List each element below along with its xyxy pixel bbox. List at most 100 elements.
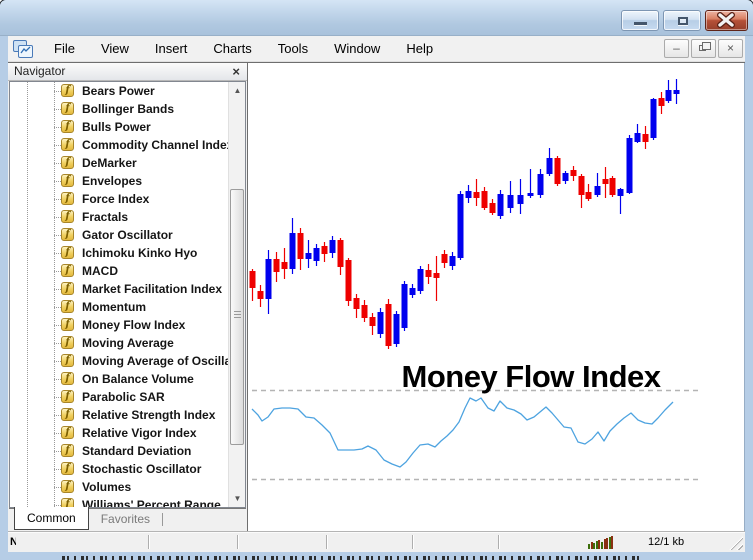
navigator-item-volumes[interactable]: f Volumes [10,478,228,496]
tab-favorites[interactable]: Favorites [89,509,162,530]
mdi-minimize-button[interactable]: – [664,39,689,58]
navigator-item-label: Bollinger Bands [82,102,174,116]
network-traffic-icon [588,536,614,549]
menu-item-charts[interactable]: Charts [200,37,264,60]
navigator-item-moving-average[interactable]: f Moving Average [10,334,228,352]
navigator-item-commodity-channel-index[interactable]: fCommodity Channel Index [10,136,228,154]
navigator-item-relative-strength-index[interactable]: f Relative Strength Index [10,406,228,424]
menu-item-help[interactable]: Help [393,37,446,60]
navigator-item-label: Envelopes [82,174,142,188]
maximize-button[interactable] [663,10,701,31]
navigator-item-envelopes[interactable]: f Envelopes [10,172,228,190]
indicator-title: Money Flow Index [402,359,662,394]
navigator-item-bears-power[interactable]: f Bears Power [10,82,228,100]
mdi-close-button[interactable]: × [718,39,743,58]
navigator-item-momentum[interactable]: f Momentum [10,298,228,316]
menu-item-tools[interactable]: Tools [265,37,321,60]
navigator-item-bulls-power[interactable]: fBulls Power [10,118,228,136]
navigator-item-label: Fractals [82,210,128,224]
navigator-panel: Navigator × f Bears Power f Bollinger Bands… [8,63,248,532]
indicator-function-icon: f [61,102,74,115]
menu-item-file[interactable]: File [41,37,88,60]
traffic-kb-label: 12/1 kb [648,536,684,548]
indicator-function-icon: f [61,300,74,313]
indicator-function-icon: f [61,390,74,403]
navigator-item-relative-vigor-index[interactable]: fRelative Vigor Index [10,424,228,442]
menu-item-window[interactable]: Window [321,37,393,60]
mt4-window: FileViewInsertChartsToolsWindowHelp – × … [0,0,753,560]
indicator-function-icon: f [61,174,74,187]
navigator-item-label: MACD [82,264,118,278]
navigator-item-stochastic-oscillator[interactable]: f Stochastic Oscillator [10,460,228,478]
navigator-item-label: DeMarker [82,156,137,170]
navigator-item-money-flow-index[interactable]: f Money Flow Index [10,316,228,334]
indicator-function-icon: f [61,336,74,349]
indicator-function-icon: f [61,318,74,331]
clipped-page-text [62,556,642,560]
statusbar-separator [237,535,238,549]
indicator-function-icon: f [61,480,74,493]
navigator-item-label: Momentum [82,300,146,314]
navigator-item-label: Ichimoku Kinko Hyo [82,246,197,260]
resize-grip[interactable] [729,536,743,550]
app-icon [13,40,33,58]
navigator-item-label: Bears Power [82,84,155,98]
status-clipped-text: N [10,536,16,549]
navigator-item-label: Williams' Percent Range [82,498,221,508]
indicator-function-icon: f [61,138,74,151]
navigator-item-label: Moving Average [82,336,174,350]
navigator-title: Navigator [14,64,65,78]
menu-item-view[interactable]: View [88,37,142,60]
menu-bar: FileViewInsertChartsToolsWindowHelp – × [8,36,745,62]
indicator-function-icon: f [61,354,74,367]
navigator-item-parabolic-sar[interactable]: fParabolic SAR [10,388,228,406]
indicator-function-icon: f [61,462,74,475]
navigator-item-macd[interactable]: fMACD [10,262,228,280]
scroll-up-icon[interactable]: ▲ [229,82,246,99]
tab-common[interactable]: Common [14,507,89,530]
navigator-item-demarker[interactable]: f DeMarker [10,154,228,172]
scrollbar-thumb[interactable] [230,189,244,445]
indicator-function-icon: f [61,156,74,169]
title-bar[interactable] [0,0,753,36]
navigator-rows: f Bears Power f Bollinger Bands fBulls Power… [10,82,228,508]
scroll-down-icon[interactable]: ▼ [229,490,246,507]
navigator-item-fractals[interactable]: f Fractals [10,208,228,226]
navigator-list: f Bears Power f Bollinger Bands fBulls Power… [9,81,246,508]
status-bar: N 12/1 kb [8,531,745,552]
navigator-item-moving-average-of-oscillator[interactable]: f Moving Average of Oscillator [10,352,228,370]
navigator-close-icon[interactable]: × [232,63,240,80]
indicator-function-icon: f [61,84,74,97]
navigator-item-market-facilitation-index[interactable]: fMarket Facilitation Index [10,280,228,298]
indicator-function-icon: f [61,372,74,385]
indicator-function-icon: f [61,210,74,223]
statusbar-separator [498,535,499,549]
navigator-item-label: Relative Strength Index [82,408,215,422]
mdi-restore-button[interactable] [691,39,716,58]
client-area: Navigator × f Bears Power f Bollinger Bands… [8,62,745,531]
close-button[interactable] [705,10,748,31]
statusbar-separator [148,535,149,549]
navigator-item-label: Moving Average of Oscillator [82,354,228,368]
navigator-header[interactable]: Navigator × [8,63,247,81]
navigator-item-label: Relative Vigor Index [82,426,197,440]
navigator-scrollbar[interactable]: ▲ ▼ [228,82,245,507]
minimize-button[interactable] [621,10,659,31]
indicator-function-icon: f [61,408,74,421]
navigator-tabs: Common Favorites [9,508,246,530]
navigator-item-standard-deviation[interactable]: fStandard Deviation [10,442,228,460]
navigator-item-bollinger-bands[interactable]: f Bollinger Bands [10,100,228,118]
navigator-item-label: Market Facilitation Index [82,282,222,296]
menu-item-insert[interactable]: Insert [142,37,201,60]
navigator-item-label: Money Flow Index [82,318,185,332]
maximize-icon [678,17,688,25]
navigator-item-label: Volumes [82,480,131,494]
navigator-item-gator-oscillator[interactable]: fGator Oscillator [10,226,228,244]
navigator-item-force-index[interactable]: fForce Index [10,190,228,208]
chart-area[interactable]: Money Flow Index [248,63,745,532]
navigator-item-ichimoku-kinko-hyo[interactable]: fIchimoku Kinko Hyo [10,244,228,262]
window-bottom-frame [0,552,753,560]
navigator-item-on-balance-volume[interactable]: fOn Balance Volume [10,370,228,388]
navigator-item-label: Stochastic Oscillator [82,462,201,476]
tab-divider [162,513,163,526]
